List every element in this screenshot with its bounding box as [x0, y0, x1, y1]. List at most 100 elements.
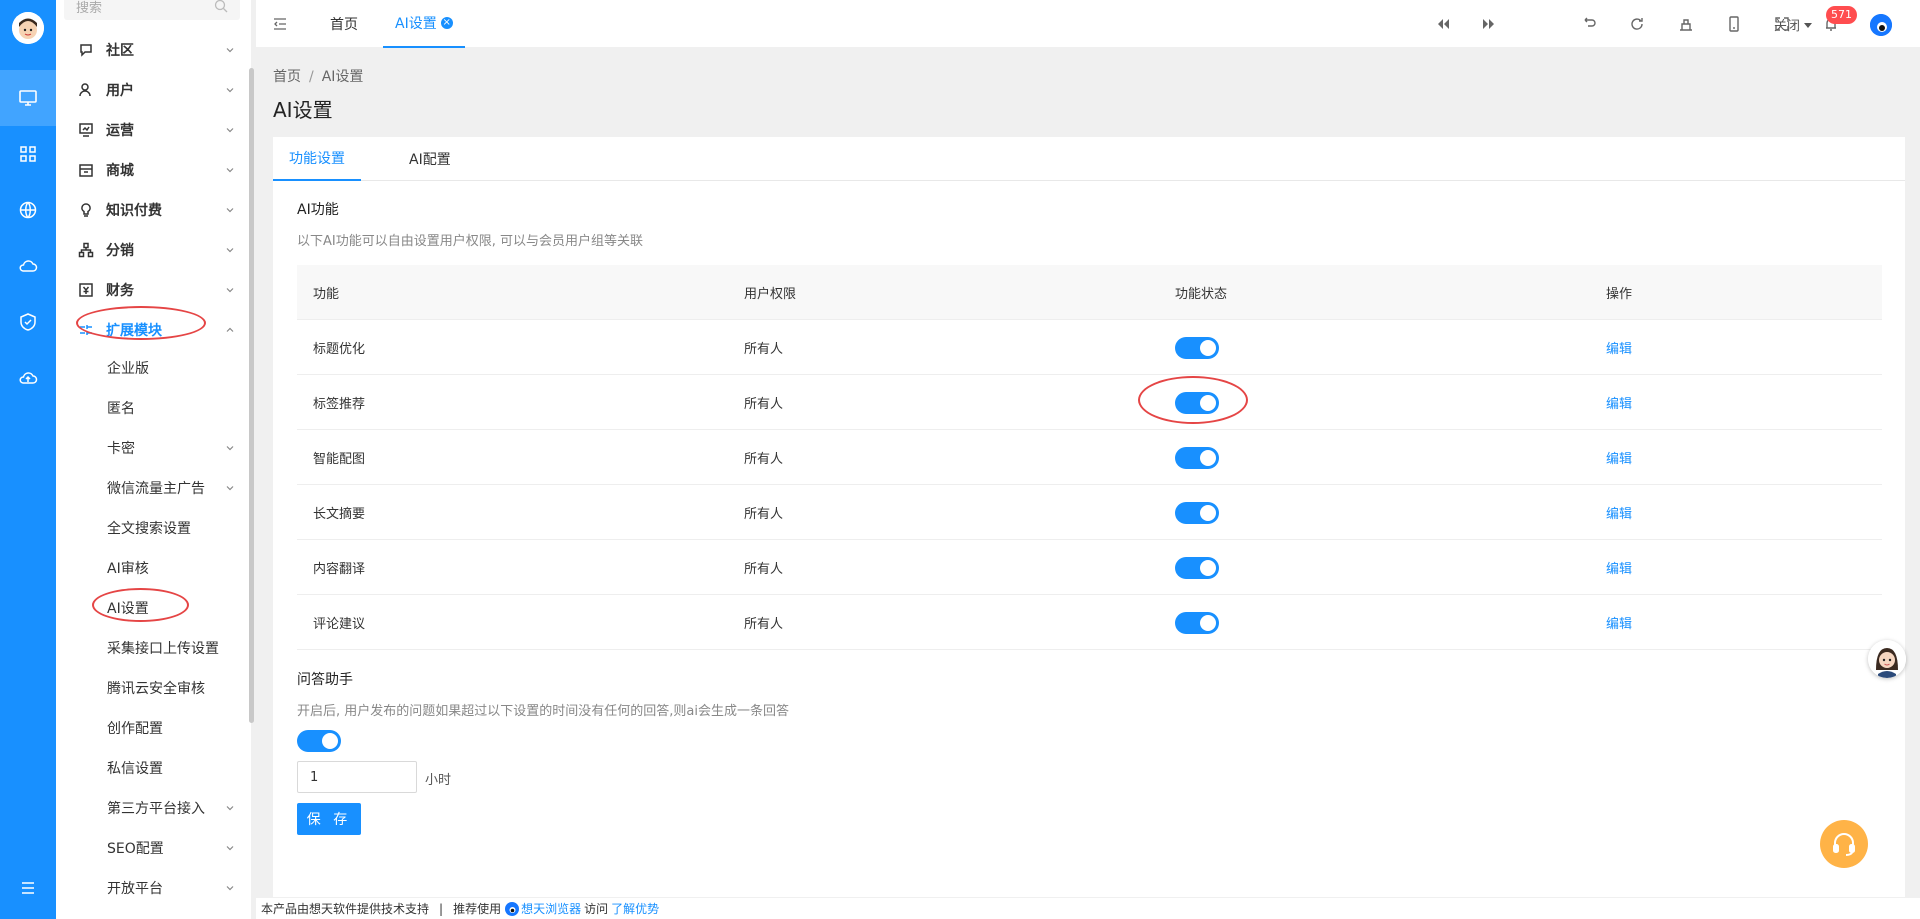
- sidebar-subitem-label: AI审核: [107, 561, 149, 577]
- sidebar-item-label: 用户: [106, 83, 134, 99]
- sidebar-search-input[interactable]: 搜索: [64, 0, 240, 20]
- table-row: 标签推荐 所有人 编辑: [297, 375, 1882, 430]
- chat-icon: [80, 44, 92, 57]
- chevron-down-icon: [226, 128, 234, 133]
- feature-permission: 所有人: [744, 452, 784, 467]
- sidebar-item-finance[interactable]: 财务: [56, 270, 251, 310]
- qa-assistant-toggle[interactable]: [297, 730, 341, 752]
- footer-recommend-text: 推荐使用: [453, 902, 502, 916]
- tab-label: AI配置: [409, 152, 451, 168]
- table-row: 智能配图 所有人 编辑: [297, 430, 1882, 485]
- rail-menu-icon[interactable]: [0, 860, 56, 916]
- feature-toggle[interactable]: [1175, 611, 1219, 634]
- table-row: 长文摘要 所有人 编辑: [297, 485, 1882, 540]
- assistant-avatar[interactable]: [1868, 640, 1906, 678]
- ai-section-desc: 以下AI功能可以自由设置用户权限, 可以与会员用户组等关联: [297, 234, 643, 249]
- tab-feature-settings[interactable]: 功能设置: [273, 137, 361, 181]
- rail-monitor-icon[interactable]: [0, 70, 56, 126]
- browser-link[interactable]: 想天浏览器: [521, 900, 581, 917]
- feature-name: 标题优化: [313, 342, 366, 357]
- edit-link[interactable]: 编辑: [1606, 375, 1632, 430]
- sidebar-subitem-ai-review[interactable]: AI审核: [56, 548, 251, 588]
- feature-name: 内容翻译: [313, 562, 366, 577]
- breadcrumb: 首页 / AI设置: [273, 66, 363, 86]
- sidebar-search-placeholder: 搜索: [76, 0, 103, 16]
- feature-name: 智能配图: [313, 452, 366, 467]
- sidebar-subitem-tencent-audit[interactable]: 腾讯云安全审核: [56, 668, 251, 708]
- sidebar-subitem-label: 企业版: [107, 361, 149, 377]
- fullscreen-icon[interactable]: [1773, 15, 1791, 33]
- sidebar-subitem-collect-upload[interactable]: 采集接口上传设置: [56, 628, 251, 668]
- feature-toggle[interactable]: [1175, 446, 1219, 469]
- edit-link[interactable]: 编辑: [1606, 485, 1632, 540]
- sidebar-subitem-open-platform[interactable]: 开放平台: [56, 868, 251, 908]
- customer-service-button[interactable]: [1820, 820, 1868, 868]
- sidebar-item-distribution[interactable]: 分销: [56, 230, 251, 270]
- feature-permission: 所有人: [744, 397, 784, 412]
- feature-permission: 所有人: [744, 507, 784, 522]
- rail-cloud-upload-icon[interactable]: [0, 350, 56, 406]
- chevron-down-icon: [226, 168, 234, 173]
- sidebar-subitem-label: 匿名: [107, 401, 135, 417]
- sidebar-item-operations[interactable]: 运营: [56, 110, 251, 150]
- edit-link[interactable]: 编辑: [1606, 430, 1632, 485]
- tab-close-icon[interactable]: ×: [440, 17, 453, 29]
- scroll-left-icon[interactable]: [1434, 15, 1452, 33]
- advantage-link[interactable]: 了解优势: [611, 900, 659, 917]
- user-avatar[interactable]: [12, 12, 44, 44]
- qa-hours-input[interactable]: 1: [297, 761, 417, 793]
- chevron-down-icon: [226, 248, 234, 253]
- user-icon: [79, 83, 91, 97]
- app-rail: [0, 0, 56, 919]
- sidebar-subitem-anonymous[interactable]: 匿名: [56, 388, 251, 428]
- chevron-down-icon: [226, 886, 234, 891]
- rail-globe-icon[interactable]: [0, 182, 56, 238]
- tab-label: 首页: [330, 17, 358, 33]
- settings-tabs: 功能设置 AI配置: [273, 137, 1905, 181]
- sidebar-item-community[interactable]: 社区: [56, 30, 251, 70]
- sidebar-subitem-fulltext-search[interactable]: 全文搜索设置: [56, 508, 251, 548]
- rail-cloud-icon[interactable]: [0, 238, 56, 294]
- sidebar-item-knowledge[interactable]: 知识付费: [56, 190, 251, 230]
- browser-logo-icon: [505, 901, 520, 916]
- clear-cache-icon[interactable]: [1677, 15, 1695, 33]
- save-button[interactable]: 保 存: [297, 803, 361, 835]
- rail-shield-icon[interactable]: [0, 294, 56, 350]
- scroll-right-icon[interactable]: [1480, 15, 1498, 33]
- sidebar-subitem-card-key[interactable]: 卡密: [56, 428, 251, 468]
- top-header: 首页 AI设置 × 关闭 571: [256, 0, 1920, 48]
- tab-ai-settings[interactable]: AI设置 ×: [383, 0, 465, 48]
- footer-visit-text: 访问: [584, 902, 609, 916]
- edit-link[interactable]: 编辑: [1606, 540, 1632, 595]
- tab-label: AI设置: [395, 16, 437, 32]
- sidebar-subitem-third-party[interactable]: 第三方平台接入: [56, 788, 251, 828]
- annotation-circle: [76, 306, 206, 340]
- sidebar-subitem-private-message[interactable]: 私信设置: [56, 748, 251, 788]
- sidebar-scrollbar[interactable]: [249, 68, 254, 723]
- feature-toggle[interactable]: [1175, 556, 1219, 579]
- sidebar-subitem-wechat-ads[interactable]: 微信流量主广告: [56, 468, 251, 508]
- annotation-circle: [1138, 376, 1248, 424]
- tab-home[interactable]: 首页: [330, 0, 358, 48]
- back-icon[interactable]: [1580, 15, 1598, 33]
- feature-toggle[interactable]: [1175, 501, 1219, 524]
- edit-link[interactable]: 编辑: [1606, 320, 1632, 375]
- rail-grid-icon[interactable]: [0, 126, 56, 182]
- qa-hours-value: 1: [310, 769, 319, 785]
- edit-link[interactable]: 编辑: [1606, 595, 1632, 650]
- sidebar-item-mall[interactable]: 商城: [56, 150, 251, 190]
- sidebar-subitem-enterprise[interactable]: 企业版: [56, 348, 251, 388]
- sidebar-subitem-seo[interactable]: SEO配置: [56, 828, 251, 868]
- refresh-icon[interactable]: [1628, 15, 1646, 33]
- collapse-menu-icon[interactable]: [272, 16, 288, 32]
- mobile-icon[interactable]: [1725, 15, 1743, 33]
- sidebar-subitem-creation-config[interactable]: 创作配置: [56, 708, 251, 748]
- feature-name: 标签推荐: [313, 397, 366, 412]
- feature-toggle[interactable]: [1175, 336, 1219, 359]
- feature-permission: 所有人: [744, 562, 784, 577]
- breadcrumb-home[interactable]: 首页: [273, 69, 301, 85]
- sidebar-subitem-label: 创作配置: [107, 721, 163, 737]
- tab-ai-config[interactable]: AI配置: [409, 137, 451, 181]
- sidebar-item-users[interactable]: 用户: [56, 70, 251, 110]
- header-avatar[interactable]: [1870, 14, 1892, 36]
